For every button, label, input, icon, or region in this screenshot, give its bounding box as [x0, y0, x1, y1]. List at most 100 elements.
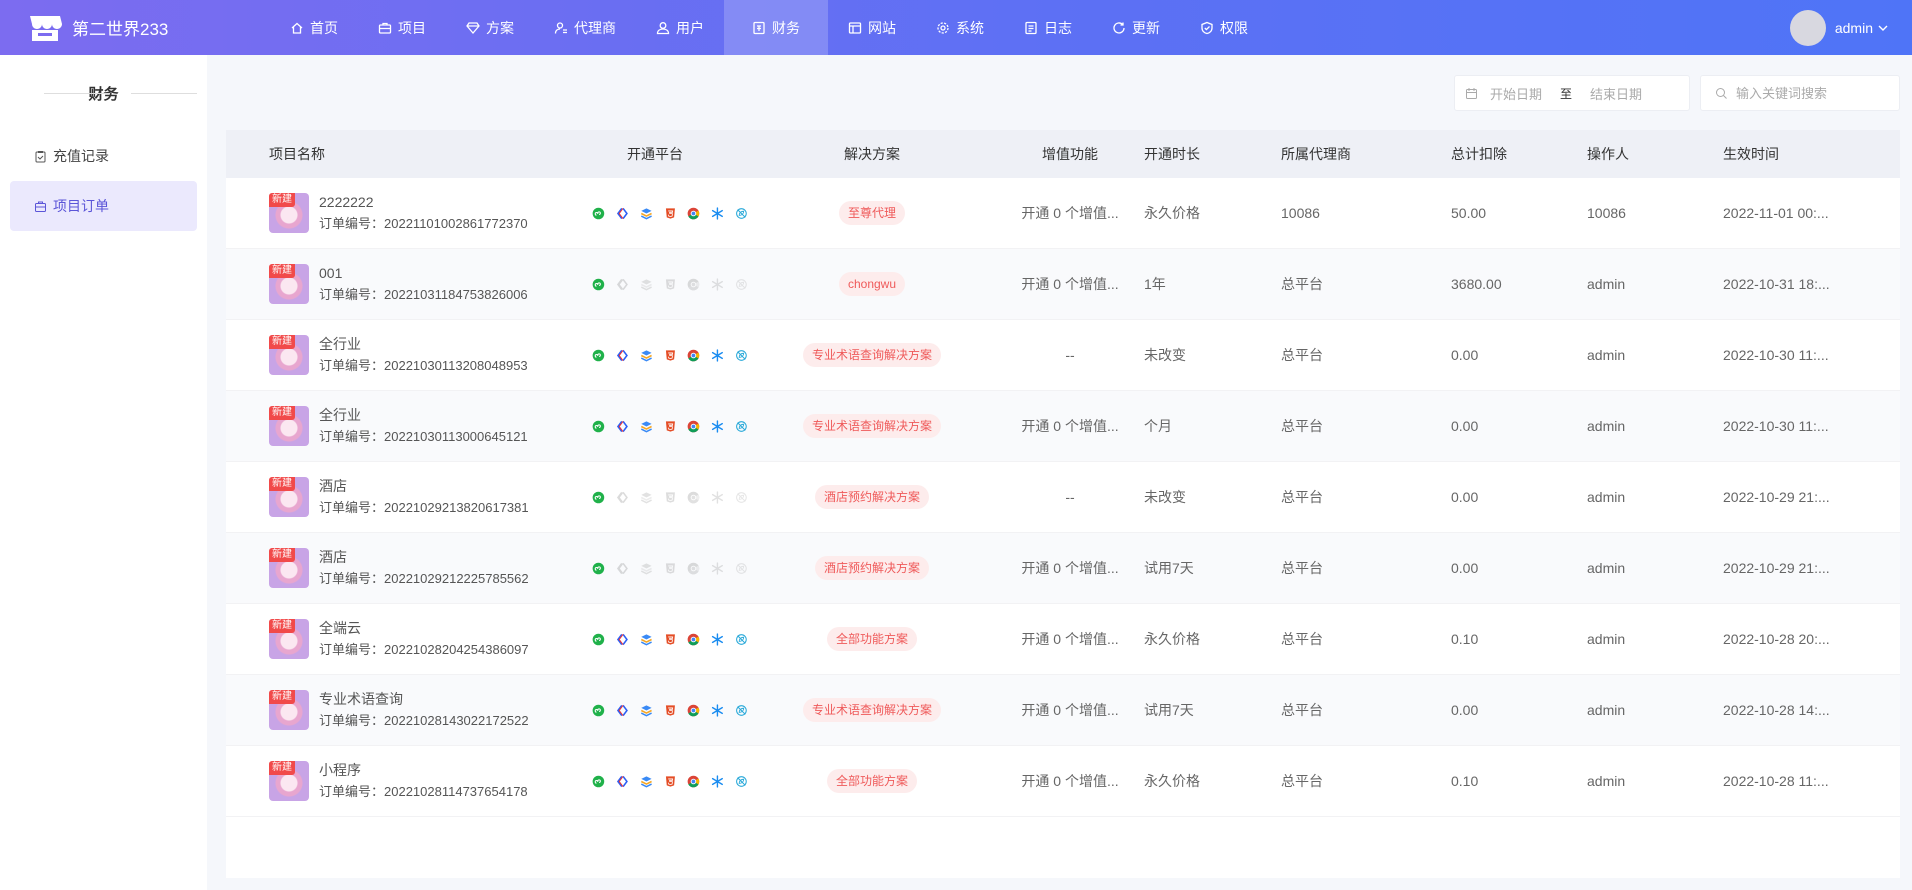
html5-icon — [665, 704, 675, 716]
chevron-down-icon — [1878, 25, 1888, 31]
chrome-icon — [688, 562, 700, 574]
chrome-icon — [688, 420, 700, 432]
order-number: 订单编号：20221030113000645121 — [319, 426, 528, 448]
nav-item-log[interactable]: 日志 — [1004, 0, 1092, 55]
avatar[interactable] — [1789, 9, 1826, 46]
brand[interactable]: 第二世界233 — [0, 0, 208, 55]
effective-time-cell: 2022-10-30 11:... — [1723, 347, 1829, 363]
project-info: 全行业订单编号：20221030113000645121 — [319, 404, 528, 448]
project-cell: 新建 专业术语查询 订单编号：20221028143022172522 — [226, 688, 562, 732]
order-prefix: 订单编号： — [319, 571, 385, 586]
new-badge: 新建 — [269, 548, 295, 562]
solution-tag: 酒店预约解决方案 — [814, 485, 929, 509]
platform-icons — [592, 204, 748, 223]
agent-cell: 总平台 — [1281, 560, 1323, 576]
order-number: 订单编号：20221101002861772370 — [319, 213, 528, 235]
sidebar-item-recharge-records[interactable]: 充值记录 — [10, 131, 197, 181]
order-number-value: 20221028204254386097 — [384, 642, 529, 657]
solution-cell: 专业术语查询解决方案 — [748, 343, 996, 367]
project-name: 全端云 — [319, 620, 361, 636]
bytedance-leaf-icon — [736, 562, 747, 574]
nav-item-label: 更新 — [1132, 19, 1160, 36]
table-row[interactable]: 新建 全行业 订单编号：20221030113208048953 专业术语查询解决方案… — [226, 320, 1900, 391]
solution-tag: 酒店预约解决方案 — [814, 556, 929, 580]
project-cell: 新建 全端云 订单编号：20221028204254386097 — [226, 617, 562, 661]
order-prefix: 订单编号： — [319, 287, 385, 302]
table-row[interactable]: 新建 小程序 订单编号：20221028114737654178 全部功能方案 开通 0… — [226, 746, 1900, 817]
table-row[interactable]: 新建 2222222 订单编号：20221101002861772370 至尊代理 开通… — [226, 178, 1900, 249]
agent-cell: 总平台 — [1281, 631, 1323, 647]
user-menu[interactable]: admin — [1789, 0, 1888, 55]
deduction-cell: 0.10 — [1451, 631, 1479, 647]
header-duration: 开通时长 — [1144, 146, 1200, 162]
table-row[interactable]: 新建 酒店 订单编号：20221029213820617381 酒店预约解决方案 -- 未… — [226, 462, 1900, 533]
header-deduction: 总计扣除 — [1451, 146, 1507, 162]
order-number: 订单编号：20221028143022172522 — [319, 710, 529, 732]
nav-item-agent[interactable]: 代理商 — [534, 0, 636, 55]
table-row[interactable]: 新建 全端云 订单编号：20221028204254386097 全部功能方案 开通 0… — [226, 604, 1900, 675]
order-number-value: 20221030113000645121 — [384, 429, 528, 444]
html5-icon — [665, 420, 675, 432]
html5-icon — [665, 491, 675, 503]
sidebar-item-project-orders[interactable]: 项目订单 — [10, 181, 197, 231]
orders-table: 项目名称 开通平台 解决方案 增值功能 开通时长 所属代理商 总计扣除 操作人 … — [226, 130, 1900, 878]
project-cell: 新建 酒店 订单编号：20221029213820617381 — [226, 475, 562, 519]
baidu-app-icon — [616, 349, 628, 361]
order-prefix: 订单编号： — [319, 642, 385, 657]
alipay-star-icon — [712, 277, 724, 291]
effective-time-cell: 2022-10-28 11:... — [1723, 773, 1829, 789]
project-cell: 新建 001 订单编号：20221031184753826006 — [226, 262, 562, 306]
diamond-icon — [466, 21, 480, 34]
platform-icons — [592, 275, 748, 294]
nav-item-home[interactable]: 首页 — [270, 0, 358, 55]
table-row[interactable]: 新建 专业术语查询 订单编号：20221028143022172522 专业术语查询解… — [226, 675, 1900, 746]
operator-cell: admin — [1587, 347, 1626, 363]
solution-tag: 全部功能方案 — [826, 627, 917, 651]
sidebar-item-label: 充值记录 — [53, 148, 109, 164]
search-input[interactable] — [1736, 85, 1886, 101]
bytedance-leaf-icon — [736, 704, 747, 716]
nav-item-finance[interactable]: 财务 — [724, 0, 828, 55]
end-date-input[interactable]: 结束日期 — [1590, 84, 1642, 103]
solution-tag: 至尊代理 — [838, 201, 905, 225]
alipay-star-icon — [712, 348, 724, 362]
start-date-input[interactable]: 开始日期 — [1490, 84, 1542, 103]
search-icon — [1716, 87, 1727, 99]
operator-cell: admin — [1587, 560, 1626, 576]
new-badge: 新建 — [269, 690, 295, 704]
project-cell: 新建 2222222 订单编号：20221101002861772370 — [226, 191, 562, 235]
nav-item-label: 项目 — [398, 19, 426, 36]
bytedance-leaf-icon — [736, 491, 747, 503]
project-thumbnail: 新建 — [269, 193, 309, 233]
effective-time-cell: 2022-10-28 14:... — [1723, 702, 1830, 718]
table-row[interactable]: 新建 酒店 订单编号：20221029212225785562 酒店预约解决方案 开通 … — [226, 533, 1900, 604]
nav-item-website[interactable]: 网站 — [828, 0, 916, 55]
order-prefix: 订单编号： — [319, 500, 385, 515]
table-row[interactable]: 新建 001 订单编号：20221031184753826006 chongwu 开通 … — [226, 249, 1900, 320]
date-range-picker[interactable]: 开始日期 至 结束日期 — [1454, 75, 1690, 111]
chrome-icon — [688, 775, 700, 787]
solution-tag: 专业术语查询解决方案 — [802, 343, 941, 367]
platform-icons — [592, 559, 748, 578]
deduction-cell: 3680.00 — [1451, 276, 1502, 292]
deduction-cell: 0.00 — [1451, 702, 1479, 718]
header-effective-time: 生效时间 — [1723, 146, 1779, 162]
project-info: 酒店 订单编号：20221029213820617381 — [319, 475, 529, 519]
solution-tag: 专业术语查询解决方案 — [802, 698, 941, 722]
nav-item-gear[interactable]: 系统 — [916, 0, 1004, 55]
nav-item-shield[interactable]: 权限 — [1180, 0, 1268, 55]
effective-time-cell: 2022-10-30 11:... — [1723, 418, 1829, 434]
project-info: 全行业 订单编号：20221030113208048953 — [319, 333, 528, 377]
nav-item-user[interactable]: 用户 — [636, 0, 724, 55]
chrome-icon — [688, 207, 700, 219]
search-box[interactable] — [1700, 75, 1900, 111]
nav-item-diamond[interactable]: 方案 — [446, 0, 534, 55]
nav-item-refresh[interactable]: 更新 — [1092, 0, 1180, 55]
operator-cell: admin — [1587, 773, 1626, 789]
divider — [44, 93, 110, 94]
agent-cell: 10086 — [1281, 205, 1320, 221]
nav-item-briefcase[interactable]: 项目 — [358, 0, 446, 55]
nav-item-label: 财务 — [772, 19, 800, 36]
project-name: 全行业 — [319, 407, 361, 423]
table-row[interactable]: 新建 全行业 订单编号：20221030113000645121 专业术语查询解决方案… — [226, 391, 1900, 462]
